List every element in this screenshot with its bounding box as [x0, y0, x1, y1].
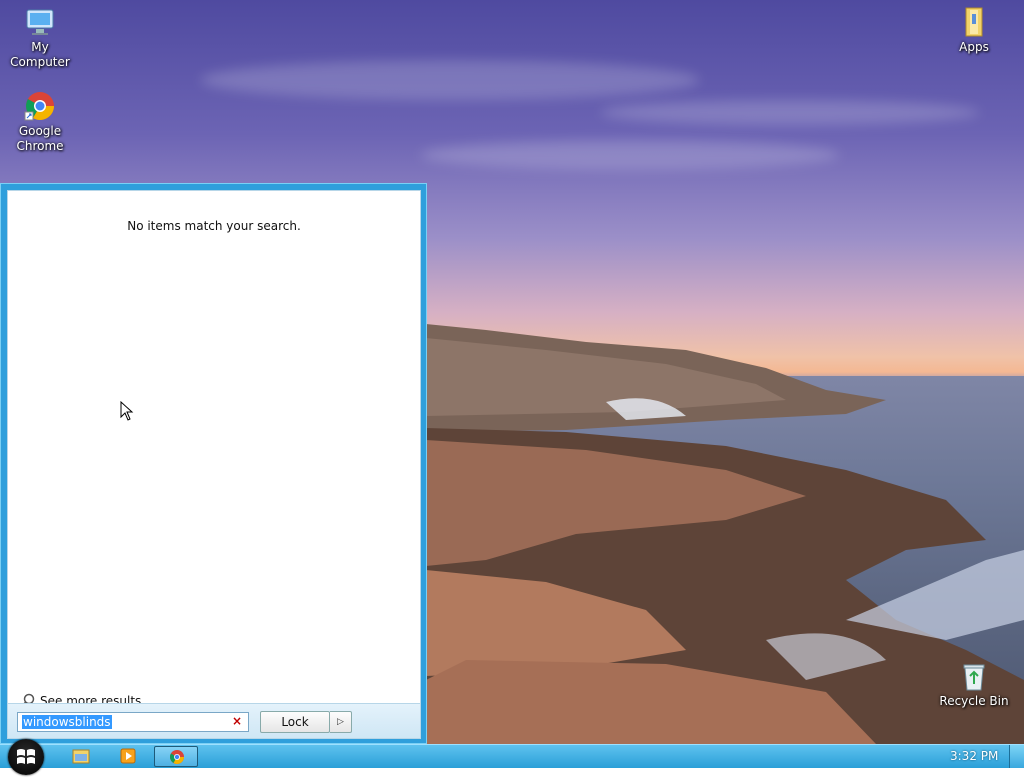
desktop-icon-my-computer[interactable]: My Computer [0, 6, 80, 70]
start-menu-footer: windowsblinds × Lock ▷ [7, 703, 421, 739]
desktop-icon-google-chrome[interactable]: Google Chrome [0, 90, 80, 154]
sky-cloud [200, 60, 700, 100]
taskbar-media-player[interactable] [106, 746, 150, 767]
power-options-arrow-button[interactable]: ▷ [330, 711, 352, 733]
start-button[interactable] [8, 739, 44, 775]
taskbar: 3:32 PM [0, 739, 1024, 775]
media-player-icon [120, 748, 136, 764]
start-menu: No items match your search. See more res… [0, 183, 427, 744]
desktop-icon-apps[interactable]: Apps [934, 6, 1014, 55]
desktop-icon-label: Recycle Bin [939, 694, 1009, 708]
desktop-icon-recycle-bin[interactable]: Recycle Bin [934, 660, 1014, 709]
sky-cloud [420, 140, 840, 170]
folder-icon [958, 6, 990, 38]
taskbar-file-explorer[interactable] [59, 746, 103, 767]
lock-button[interactable]: Lock [260, 711, 330, 733]
search-input-value: windowsblinds [22, 715, 112, 729]
search-input[interactable]: windowsblinds × [17, 712, 249, 732]
file-explorer-icon [72, 749, 90, 764]
no-results-message: No items match your search. [127, 219, 301, 233]
taskbar-google-chrome[interactable] [154, 746, 198, 767]
search-results-pane: No items match your search. See more res… [7, 190, 421, 708]
desktop-icon-label: Apps [959, 40, 989, 54]
mouse-cursor-icon [120, 401, 134, 421]
system-clock[interactable]: 3:32 PM [950, 749, 998, 763]
clear-search-icon[interactable]: × [232, 714, 242, 728]
recycle-bin-icon [958, 660, 990, 692]
desktop-icon-label: Google Chrome [16, 124, 64, 153]
windows-logo-icon [17, 749, 35, 764]
sky-cloud [600, 100, 980, 125]
show-desktop-button[interactable] [1009, 745, 1024, 768]
my-computer-icon [24, 6, 56, 38]
chrome-icon [24, 90, 56, 122]
desktop-icon-label: My Computer [10, 40, 70, 69]
chrome-icon [170, 750, 184, 764]
